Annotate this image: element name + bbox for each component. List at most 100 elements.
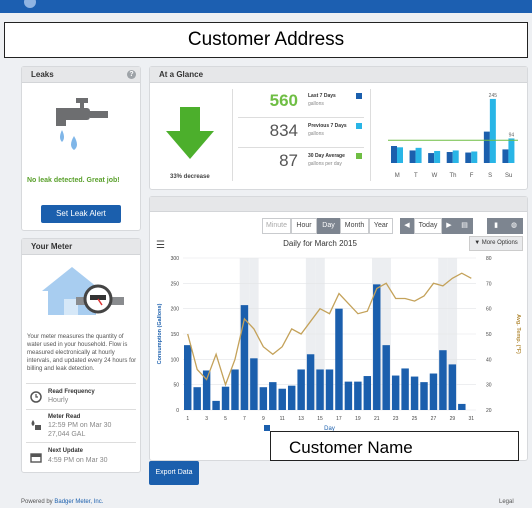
meter-panel: Your Meter Your meter measures the quant…	[21, 238, 141, 473]
read-frequency-value: Hourly	[48, 397, 69, 404]
x-tick-label: 5	[224, 416, 227, 422]
y-tick-label: 0	[176, 408, 179, 414]
next-update-label: Next Update	[48, 448, 84, 454]
glance-title: At a Glance	[159, 70, 204, 79]
stat-unit: gallons per day	[308, 161, 342, 167]
usage-bar	[221, 386, 230, 410]
divider	[232, 89, 233, 181]
mini-bar	[471, 151, 478, 163]
stat-label: Last 7 Days	[308, 93, 336, 99]
usage-bar	[316, 369, 324, 410]
usage-bar	[269, 382, 277, 410]
usage-bar	[344, 381, 353, 410]
mini-bar	[489, 98, 496, 163]
export-data-button[interactable]: Export Data	[149, 461, 199, 485]
meter-read-time: 12:59 PM on Mar 30	[48, 422, 112, 429]
next-update-value: 4:59 PM on Mar 30	[48, 457, 108, 464]
y-tick-label: 50	[173, 383, 179, 389]
y-tick-label: 100	[171, 357, 180, 363]
legal-link[interactable]: Legal	[499, 499, 514, 505]
mini-bar	[415, 147, 422, 163]
hour-button[interactable]: Hour	[291, 218, 317, 234]
y2-axis-label: Avg. Temp. (°F)	[515, 314, 521, 354]
y2-tick-label: 80	[486, 256, 492, 262]
down-arrow-icon	[166, 107, 214, 159]
mini-x-tick: F	[470, 173, 474, 179]
more-options-button[interactable]: ▼ More Options	[469, 236, 523, 251]
usage-bar	[448, 364, 457, 410]
stat-last-7-days: 560 Last 7 Days gallons	[238, 89, 364, 118]
badger-meter-link[interactable]: Badger Meter, Inc.	[54, 499, 103, 505]
next-arrow-icon[interactable]: ▶	[442, 218, 456, 234]
leaks-title: Leaks	[31, 70, 54, 79]
calendar-picker-icon[interactable]: ▤	[456, 218, 473, 234]
legend-swatch	[356, 153, 362, 159]
leak-status-text: No leak detected. Great job!	[27, 177, 120, 184]
day-button[interactable]: Day	[317, 218, 340, 234]
stat-unit: gallons	[308, 131, 324, 137]
meter-description: Your meter measures the quantity of wate…	[27, 334, 137, 372]
usage-bar	[231, 369, 239, 410]
logo-icon	[24, 0, 36, 8]
mini-x-tick: M	[395, 173, 400, 179]
powered-by-label: Powered by	[21, 499, 53, 505]
x-tick-label: 19	[355, 416, 361, 422]
y2-tick-label: 20	[486, 408, 492, 414]
usage-bar	[429, 373, 438, 410]
x-tick-label: 15	[317, 416, 323, 422]
y-axis-label: Consumption (Gallons)	[157, 303, 163, 364]
x-tick-label: 9	[262, 416, 265, 422]
y-tick-label: 200	[171, 307, 180, 313]
y2-tick-label: 70	[486, 281, 492, 287]
usage-bar	[278, 388, 286, 410]
mini-bar	[483, 131, 490, 163]
globe-icon[interactable]: ◍	[505, 218, 523, 234]
legend-swatch	[356, 93, 362, 99]
read-frequency-label: Read Frequency	[48, 389, 95, 395]
usage-bar	[363, 376, 372, 410]
usage-bar	[354, 381, 362, 410]
x-tick-label: 17	[336, 416, 342, 422]
x-tick-label: 29	[450, 416, 456, 422]
usage-bar	[212, 400, 220, 410]
divider	[26, 442, 136, 443]
x-tick-label: 1	[186, 416, 189, 422]
daily-usage-chart: 050100150200250300203040506070801 3 5 7 9 11 1…	[157, 256, 521, 432]
x-tick-label: 25	[412, 416, 418, 422]
y2-tick-label: 40	[486, 357, 492, 363]
meter-read-icon	[31, 420, 41, 430]
minute-button[interactable]: Minute	[262, 218, 291, 234]
at-a-glance-panel: At a Glance 33% decrease 560 Last 7 Days…	[149, 66, 528, 190]
year-button[interactable]: Year	[369, 218, 393, 234]
y2-tick-label: 60	[486, 307, 492, 313]
calendar-icon	[30, 453, 42, 463]
usage-bar	[439, 350, 447, 410]
help-icon[interactable]: ?	[127, 70, 136, 79]
usage-bar	[410, 376, 419, 410]
stat-30-day-average: 87 30 Day Average gallons per day	[238, 149, 364, 177]
temperature-line	[187, 272, 472, 387]
stat-value: 87	[279, 151, 298, 170]
meter-house-icon	[42, 267, 124, 315]
stat-label: Previous 7 Days	[308, 123, 347, 129]
usage-bar	[287, 385, 296, 410]
previous-arrow-icon[interactable]: ◀	[400, 218, 414, 234]
mini-bar	[428, 153, 435, 163]
x-tick-label: 13	[298, 416, 304, 422]
x-tick-label: 23	[393, 416, 399, 422]
mini-bar	[465, 152, 472, 163]
mini-bar	[446, 152, 453, 163]
bar-chart-toggle-icon[interactable]: ▮	[487, 218, 505, 234]
today-button[interactable]: Today	[414, 218, 442, 234]
mini-x-tick: T	[414, 173, 418, 179]
set-leak-alert-button[interactable]: Set Leak Alert	[41, 205, 121, 223]
usage-bar	[325, 369, 334, 410]
mini-x-tick: Th	[449, 173, 456, 179]
x-tick-label: 11	[280, 416, 285, 422]
month-button[interactable]: Month	[340, 218, 369, 234]
usage-bar	[306, 354, 315, 410]
top-nav-bar	[0, 0, 532, 13]
mini-bar	[508, 138, 515, 163]
mini-bar	[409, 150, 416, 163]
leaks-panel: Leaks? No leak detected. Great job! Set …	[21, 66, 141, 231]
